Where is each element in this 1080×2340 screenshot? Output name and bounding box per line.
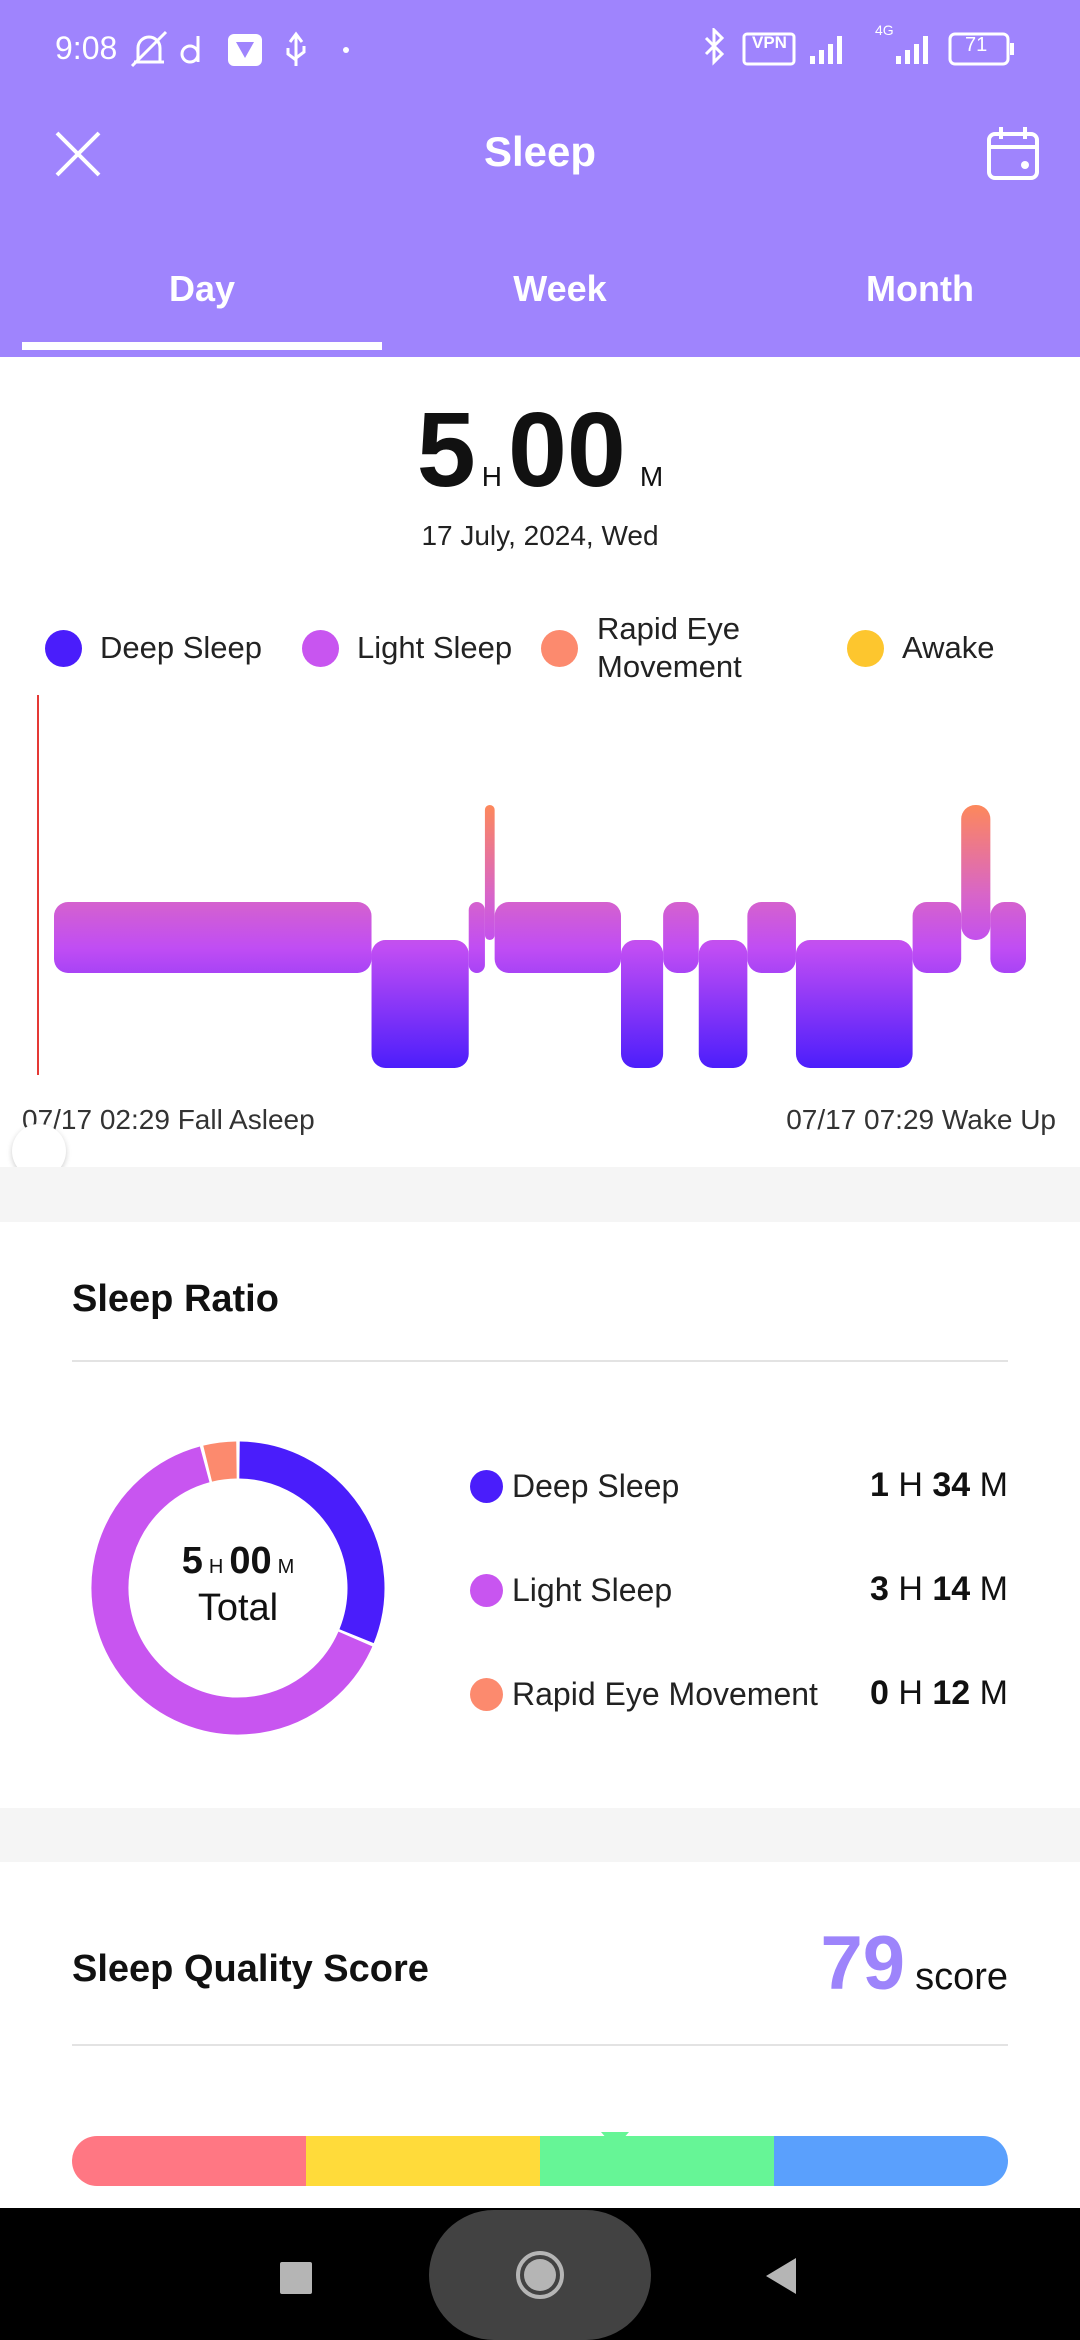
scale-excellent <box>774 2136 1008 2186</box>
score-value: 79 <box>820 1921 906 2006</box>
unit: M <box>979 1466 1008 1504</box>
minutes-unit: M <box>639 461 664 492</box>
rem-dot <box>470 1678 503 1711</box>
fall-asleep-label: 07/17 02:29 Fall Asleep <box>22 1104 315 1135</box>
battery-level: 71 <box>965 34 988 56</box>
summary-date: 17 July, 2024, Wed <box>421 520 659 551</box>
legend-dot-light <box>302 630 339 667</box>
network-type: 4G <box>875 22 894 38</box>
stage-segment-deep <box>371 940 469 1068</box>
unit: M <box>979 1674 1008 1712</box>
hours-unit: H <box>481 461 502 492</box>
back-icon[interactable] <box>762 2256 798 2296</box>
section-separator <box>0 1167 1080 1222</box>
ratio-hours: 1 <box>870 1466 889 1504</box>
donut-total: 5 H 00 M Total <box>88 1540 388 1630</box>
stage-segment-rem <box>484 805 495 940</box>
home-icon[interactable] <box>516 2251 564 2299</box>
scale-poor <box>72 2136 306 2186</box>
score-marker-icon <box>600 2132 629 2148</box>
stage-segment-rem <box>961 805 991 940</box>
ratio-row-light: Light Sleep 3 H 14 M <box>470 1566 1008 1616</box>
hours: 5 <box>416 391 476 509</box>
unit: H <box>898 1466 923 1504</box>
total-h-unit: H <box>208 1556 224 1578</box>
section-separator <box>0 1808 1080 1862</box>
ratio-minutes: 34 <box>932 1466 971 1504</box>
ratio-row-deep: Deep Sleep 1 H 34 M <box>470 1462 1008 1512</box>
divider <box>72 1360 1008 1362</box>
unit: H <box>898 1674 923 1712</box>
ratio-row-rem: Rapid Eye Movement 0 H 12 M <box>470 1670 1008 1720</box>
total-duration: 5 H00 M <box>0 390 1080 511</box>
stage-segment-light <box>747 902 796 973</box>
total-hours: 5 <box>181 1540 203 1582</box>
calendar-icon[interactable] <box>986 125 1040 181</box>
sleep-quality-title: Sleep Quality Score <box>72 1948 429 1990</box>
minutes: 00 <box>507 391 626 509</box>
legend-dot-awake <box>847 630 884 667</box>
stage-segment-deep <box>698 940 748 1068</box>
ratio-label: Rapid Eye Movement <box>512 1676 818 1712</box>
stage-segment-light <box>494 902 621 973</box>
status-time: 9:08 <box>55 30 118 66</box>
ratio-label: Light Sleep <box>512 1572 673 1608</box>
ratio-minutes: 14 <box>932 1570 971 1608</box>
tab-month[interactable]: Month <box>740 268 1080 310</box>
wake-up-label: 07/17 07:29 Wake Up <box>786 1104 1056 1135</box>
divider <box>72 2044 1008 2046</box>
ratio-hours: 3 <box>870 1570 889 1608</box>
stage-segment-deep <box>795 940 913 1068</box>
legend-dot-rem <box>541 630 578 667</box>
sleep-stage-chart <box>37 695 1026 1075</box>
score-scale-bar <box>72 2136 1008 2186</box>
close-icon[interactable] <box>54 130 102 178</box>
unit: M <box>979 1570 1008 1608</box>
tab-day[interactable]: Day <box>22 268 382 310</box>
stage-segment-light <box>54 902 372 973</box>
sleep-ratio-title: Sleep Ratio <box>72 1278 279 1320</box>
stage-segment-light <box>663 902 699 973</box>
legend-dot-deep <box>45 630 82 667</box>
stage-segment-deep <box>621 940 664 1068</box>
sleep-score: 79 score <box>821 1920 1008 2007</box>
ratio-hours: 0 <box>870 1674 889 1712</box>
legend-awake: Awake <box>902 630 995 665</box>
light-dot <box>470 1574 503 1607</box>
total-m-unit: M <box>277 1556 295 1578</box>
donut-slice <box>203 1441 238 1482</box>
legend-rem: Rapid Eye Movement <box>597 611 742 684</box>
stage-segment-light <box>990 902 1026 973</box>
score-unit: score <box>915 1956 1008 1998</box>
legend-deep: Deep Sleep <box>100 630 263 665</box>
active-tab-indicator <box>22 342 382 350</box>
scale-fair <box>306 2136 540 2186</box>
recents-icon[interactable] <box>280 2262 312 2294</box>
unit: H <box>898 1570 923 1608</box>
scale-good <box>540 2136 774 2186</box>
stage-segment-light <box>468 902 485 973</box>
legend-light: Light Sleep <box>357 630 513 665</box>
total-minutes: 00 <box>229 1540 272 1582</box>
ratio-minutes: 12 <box>932 1674 971 1712</box>
tab-week[interactable]: Week <box>380 268 740 310</box>
deep-dot <box>470 1470 503 1503</box>
total-label: Total <box>197 1587 279 1629</box>
vpn-badge: VPN <box>752 33 787 52</box>
stage-segment-light <box>912 902 962 973</box>
ratio-label: Deep Sleep <box>512 1468 680 1504</box>
page-title: Sleep <box>483 128 597 175</box>
status-icons-left <box>130 30 349 68</box>
